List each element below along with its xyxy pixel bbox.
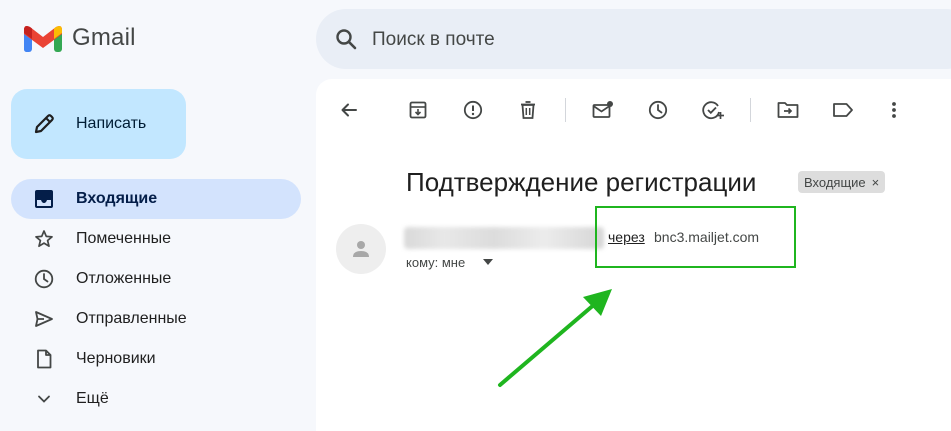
annotation-arrow (498, 289, 612, 387)
